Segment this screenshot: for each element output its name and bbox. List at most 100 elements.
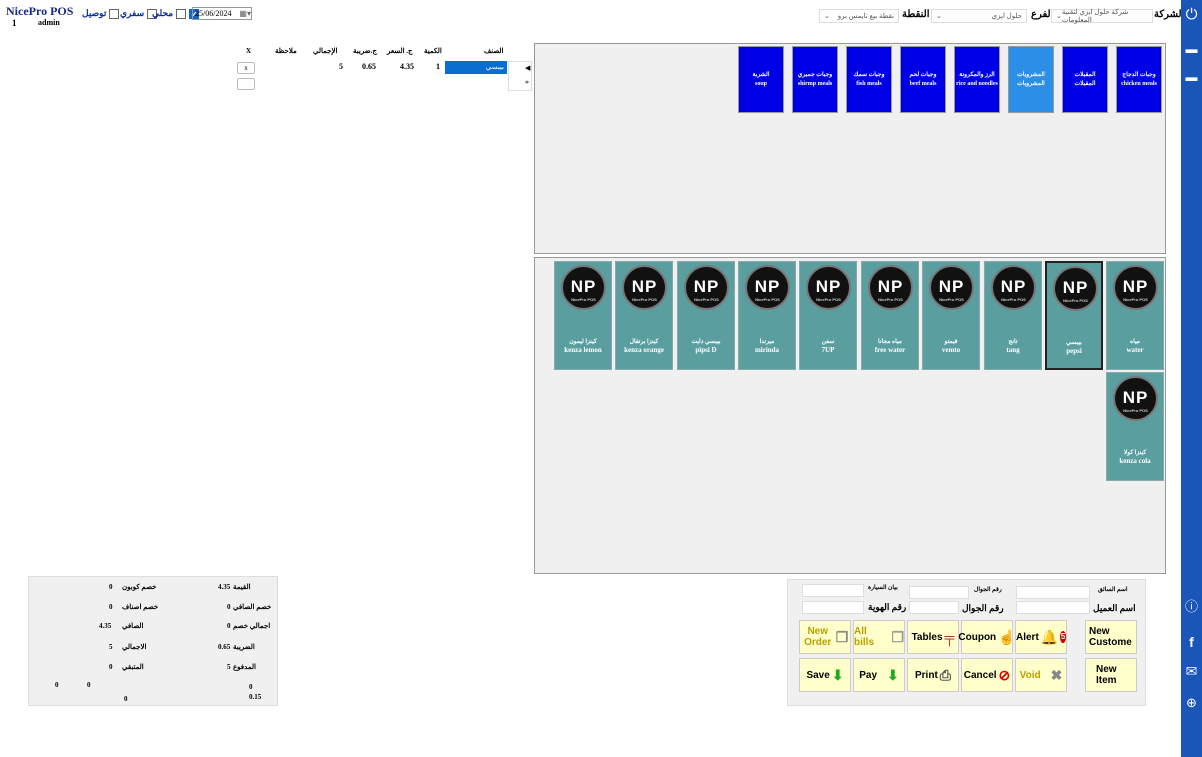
delivery-option[interactable]: توصيل bbox=[82, 8, 120, 19]
new-item-button[interactable]: New Item bbox=[1085, 658, 1137, 692]
point-select[interactable]: ⌄ نقطة بيع تايمس برو bbox=[819, 9, 899, 23]
category-tile[interactable]: الشربة soup bbox=[738, 46, 784, 113]
branch-select[interactable]: ⌄ حلول ايزي bbox=[931, 9, 1027, 23]
item-tile[interactable]: NP NicePro POS مياه water bbox=[1106, 261, 1164, 370]
new-order-button[interactable]: New Order ❐ bbox=[799, 620, 851, 654]
coupon-button[interactable]: Coupon ☝ bbox=[958, 620, 1016, 654]
row-selector[interactable]: ◀ * bbox=[508, 61, 532, 91]
save-button[interactable]: Save ⬇ bbox=[799, 658, 851, 692]
row-qty: 1 bbox=[436, 62, 440, 71]
car-input[interactable] bbox=[802, 584, 864, 597]
close-icon: ✖ bbox=[1050, 666, 1063, 683]
category-en-label: beef meals bbox=[909, 80, 937, 87]
alert-button[interactable]: Alert 🔔 5 bbox=[1015, 620, 1067, 654]
item-tile[interactable]: NP NicePro POS كينزا كولا kenza cola bbox=[1106, 372, 1164, 481]
item-ar-label: كينزا ليمون bbox=[569, 339, 597, 345]
remaining-amount: 0 bbox=[109, 663, 113, 671]
category-tile[interactable]: المقبلات المقبلات bbox=[1062, 46, 1108, 113]
logo-subtext: NicePro POS bbox=[816, 297, 841, 302]
mail-icon[interactable]: ✉ bbox=[1184, 664, 1199, 681]
all-bills-button[interactable]: All bills ❐ bbox=[853, 620, 905, 654]
item-tile[interactable]: NP NicePro POS كينزا برتقال kenza orange bbox=[615, 261, 673, 370]
company-select[interactable]: ⌄ شركة حلول ايزي لتقنية المعلومات bbox=[1051, 8, 1153, 24]
company-value: شركة حلول ايزي لتقنية المعلومات bbox=[1061, 8, 1129, 24]
date-picker[interactable]: 25/06/2024 ▦▾ bbox=[192, 7, 252, 20]
row-item[interactable]: بيبسي bbox=[445, 61, 507, 74]
calendar-icon[interactable]: ▦▾ bbox=[239, 9, 251, 18]
station-number: 1 bbox=[12, 18, 17, 28]
mobile-input[interactable] bbox=[909, 586, 969, 599]
logo-subtext: NicePro POS bbox=[571, 297, 596, 302]
category-en-label: fish meals bbox=[856, 80, 882, 87]
globe-icon[interactable]: ⊕ bbox=[1184, 695, 1199, 711]
right-sidebar: ⏻ ▬ ▬ ⓘ f ✉ ⊕ bbox=[1181, 0, 1202, 757]
point-value: نقطة بيع تايمس برو bbox=[837, 12, 894, 20]
new-customer-button[interactable]: New Custome bbox=[1085, 620, 1137, 654]
alert-label: Alert bbox=[1016, 631, 1039, 643]
logo-text: NP bbox=[693, 277, 720, 296]
item-logo: NP NicePro POS bbox=[991, 265, 1036, 310]
logo-subtext: NicePro POS bbox=[1001, 297, 1026, 302]
facebook-icon[interactable]: f bbox=[1184, 634, 1199, 650]
cash-discount-amount: 0 bbox=[227, 603, 231, 611]
item-ar-label: مياه bbox=[1130, 339, 1140, 345]
category-tile[interactable]: وجبات لحم beef meals bbox=[900, 46, 946, 113]
mobile2-input[interactable] bbox=[909, 601, 959, 614]
delivery-label: توصيل bbox=[82, 8, 107, 18]
hand-pointer-icon: ☝ bbox=[998, 628, 1016, 645]
item-ar-label: مياه مجانا bbox=[878, 339, 902, 345]
item-logo: NP NicePro POS bbox=[622, 265, 667, 310]
pay-button[interactable]: Pay ⬇ bbox=[853, 658, 905, 692]
void-button[interactable]: Void ✖ bbox=[1015, 658, 1067, 692]
category-tile[interactable]: وجبات سمك fish meals bbox=[846, 46, 892, 113]
id-input[interactable] bbox=[802, 601, 864, 614]
col-item: الصنف bbox=[484, 47, 504, 55]
item-tile[interactable]: NP NicePro POS تانج tang bbox=[984, 261, 1042, 370]
driver-input[interactable] bbox=[1016, 586, 1090, 599]
item-en-label: water bbox=[1126, 346, 1144, 354]
category-tile[interactable]: المشروبات المشروبات bbox=[1008, 46, 1054, 113]
dinein-checkbox[interactable] bbox=[176, 8, 187, 19]
net-amount: 4.35 bbox=[99, 622, 112, 630]
row-total: 5 bbox=[339, 62, 343, 71]
item-logo: NP NicePro POS bbox=[868, 265, 913, 310]
info-icon[interactable]: ⓘ bbox=[1184, 596, 1199, 615]
item-logo: NP NicePro POS bbox=[1113, 376, 1158, 421]
item-logo: NP NicePro POS bbox=[929, 265, 974, 310]
remove-row-button[interactable]: x bbox=[237, 62, 255, 74]
category-tile[interactable]: وجبات الدجاج chicken meals bbox=[1116, 46, 1162, 113]
item-en-label: pipsi D bbox=[695, 346, 717, 354]
cancel-button[interactable]: Cancel ⊘ bbox=[961, 658, 1013, 692]
item-tile[interactable]: NP NicePro POS بيبسي دايت pipsi D bbox=[677, 261, 735, 370]
item-tile[interactable]: NP NicePro POS بيبسي pepsi bbox=[1045, 261, 1103, 370]
customer-input[interactable] bbox=[1016, 601, 1090, 614]
item-tile[interactable]: NP NicePro POS ميرندا mirinda bbox=[738, 261, 796, 370]
item-name: بيبسي pepsi bbox=[1047, 339, 1101, 355]
category-tile[interactable]: الرز والمكرونة rice and noodles bbox=[954, 46, 1000, 113]
item-tile[interactable]: NP NicePro POS سفن 7UP bbox=[799, 261, 857, 370]
items-discount-amount: 0 bbox=[109, 603, 113, 611]
grand-total-label: الاجمالي bbox=[122, 643, 147, 651]
category-tile[interactable]: وجبات جمبري shirmp meals bbox=[792, 46, 838, 113]
collapse-icon[interactable]: ▬ bbox=[1184, 70, 1199, 85]
minimize-icon[interactable]: ▬ bbox=[1184, 42, 1199, 57]
tables-button[interactable]: Tables ╤ bbox=[907, 620, 959, 654]
power-icon[interactable]: ⏻ bbox=[1184, 6, 1199, 24]
col-price: ج. السعر bbox=[387, 47, 413, 55]
item-en-label: kenza lemon bbox=[564, 346, 602, 354]
row-price: 4.35 bbox=[400, 62, 414, 71]
delivery-checkbox[interactable] bbox=[109, 8, 120, 19]
item-name: سفن 7UP bbox=[800, 338, 856, 354]
item-logo: NP NicePro POS bbox=[806, 265, 851, 310]
driver-label: اسم السائق bbox=[1098, 587, 1128, 593]
category-en-label: soup bbox=[754, 80, 767, 87]
extra-value-3: 0 bbox=[124, 695, 128, 703]
print-button[interactable]: Print ⎙ bbox=[907, 658, 959, 692]
item-tile[interactable]: NP NicePro POS مياه مجانا free water bbox=[861, 261, 919, 370]
item-tile[interactable]: NP NicePro POS فيمتو vemto bbox=[922, 261, 980, 370]
logo-text: NP bbox=[754, 277, 781, 296]
empty-row-button[interactable] bbox=[237, 78, 255, 90]
item-tile[interactable]: NP NicePro POS كينزا ليمون kenza lemon bbox=[554, 261, 612, 370]
cancel-icon: ⊘ bbox=[998, 666, 1011, 683]
item-ar-label: فيمتو bbox=[944, 339, 958, 345]
